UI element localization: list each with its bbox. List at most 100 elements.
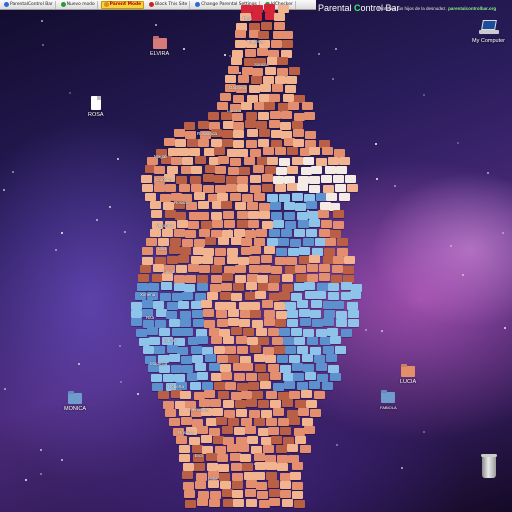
- folder-tile[interactable]: [326, 328, 338, 337]
- folder-tile[interactable]: [225, 345, 237, 354]
- folder-tile[interactable]: [216, 417, 227, 426]
- folder-tile[interactable]: [323, 345, 335, 354]
- folder-tile[interactable]: [170, 157, 182, 165]
- folder-tile[interactable]: [263, 3, 275, 12]
- folder-tile[interactable]: [199, 265, 211, 274]
- folder-tile[interactable]: [179, 246, 191, 255]
- folder-tile[interactable]: [189, 436, 200, 445]
- folder-tile[interactable]: [182, 327, 193, 336]
- folder-tile[interactable]: [244, 426, 256, 435]
- folder-tile[interactable]: [203, 247, 215, 256]
- folder-tile[interactable]: [214, 381, 226, 390]
- folder-tile[interactable]: [210, 336, 222, 345]
- folder-tile[interactable]: [206, 462, 218, 471]
- folder-tile[interactable]: [214, 184, 226, 193]
- folder-tile[interactable]: [314, 291, 326, 300]
- folder-tile[interactable]: [262, 444, 274, 453]
- folder-tile[interactable]: [168, 246, 180, 255]
- folder-tile[interactable]: [223, 436, 235, 445]
- folder-tile[interactable]: [308, 184, 320, 193]
- folder-tile[interactable]: [191, 310, 203, 319]
- folder-tile[interactable]: [230, 292, 242, 301]
- folder-tile[interactable]: [232, 139, 244, 148]
- folder-tile[interactable]: [277, 417, 289, 426]
- folder-tile[interactable]: [318, 210, 330, 219]
- folder-tile[interactable]: [227, 318, 239, 326]
- folder-tile[interactable]: [255, 291, 267, 300]
- folder-tile[interactable]: [276, 355, 288, 364]
- folder-tile[interactable]: [310, 409, 321, 418]
- folder-tile[interactable]: [176, 219, 188, 228]
- folder-tile[interactable]: [283, 202, 295, 211]
- folder-tile[interactable]: [245, 282, 257, 291]
- folder-tile[interactable]: [159, 292, 171, 301]
- folder-tile[interactable]: [159, 327, 170, 336]
- folder-tile[interactable]: [306, 274, 318, 283]
- folder-tile[interactable]: [302, 238, 314, 247]
- folder-tile[interactable]: [184, 130, 196, 139]
- folder-tile[interactable]: [237, 382, 249, 391]
- toolbar-logo-item[interactable]: ParentalControl Bar: [2, 0, 56, 9]
- folder-tile[interactable]: [207, 480, 219, 489]
- folder-tile[interactable]: [271, 436, 283, 445]
- folder-tile[interactable]: [219, 363, 231, 372]
- folder-tile[interactable]: [245, 498, 257, 507]
- folder-tile[interactable]: [231, 481, 243, 490]
- folder-tile[interactable]: [282, 30, 294, 39]
- folder-tile[interactable]: [331, 265, 343, 274]
- folder-tile[interactable]: [260, 409, 272, 418]
- folder-tile[interactable]: [283, 211, 295, 220]
- folder-tile[interactable]: [222, 211, 234, 220]
- folder-tile[interactable]: [249, 302, 261, 310]
- folder-tile[interactable]: [237, 183, 249, 192]
- folder-tile[interactable]: [249, 264, 260, 273]
- folder-tile[interactable]: [239, 453, 251, 462]
- folder-tile[interactable]: [276, 166, 287, 175]
- folder-tile[interactable]: [280, 130, 292, 139]
- folder-tile[interactable]: [240, 390, 252, 399]
- folder-tile[interactable]: [332, 174, 344, 183]
- folder-tile[interactable]: [167, 165, 179, 174]
- folder-tile[interactable]: [232, 112, 244, 121]
- folder-tile[interactable]: [159, 193, 171, 202]
- folder-tile[interactable]: [309, 147, 321, 156]
- folder-tile[interactable]: [325, 354, 337, 363]
- folder-tile[interactable]: [307, 264, 319, 273]
- folder-tile[interactable]: [184, 121, 196, 130]
- folder-tile[interactable]: [263, 75, 274, 84]
- folder-tile[interactable]: [182, 292, 194, 301]
- folder-tile[interactable]: [289, 390, 301, 399]
- folder-tile[interactable]: [272, 382, 284, 391]
- folder-tile[interactable]: [323, 309, 335, 318]
- folder-tile[interactable]: [278, 328, 290, 337]
- folder-tile[interactable]: [304, 112, 316, 121]
- folder-tile[interactable]: [180, 318, 192, 327]
- folder-tile[interactable]: [241, 418, 253, 427]
- folder-tile[interactable]: [264, 355, 276, 363]
- folder-tile[interactable]: [230, 157, 242, 166]
- folder-tile[interactable]: [282, 283, 294, 292]
- folder-tile[interactable]: [194, 363, 206, 372]
- folder-tile[interactable]: [135, 328, 147, 337]
- folder-tile[interactable]: [319, 337, 331, 346]
- folder-tile[interactable]: [297, 381, 309, 390]
- folder-tile[interactable]: [200, 220, 212, 229]
- folder-tile[interactable]: [250, 148, 262, 157]
- folder-tile[interactable]: [319, 264, 331, 273]
- folder-tile[interactable]: [216, 319, 228, 328]
- folder-tile[interactable]: [167, 256, 179, 265]
- folder-tile[interactable]: [207, 112, 219, 121]
- desktop-icon-my-computer[interactable]: My Computer: [472, 20, 505, 44]
- folder-tile[interactable]: [261, 174, 273, 183]
- folder-tile[interactable]: [196, 473, 208, 481]
- folder-tile[interactable]: [288, 355, 300, 364]
- folder-tile[interactable]: [140, 175, 152, 184]
- folder-tile[interactable]: [221, 283, 233, 292]
- folder-tile[interactable]: [338, 156, 350, 165]
- folder-tile[interactable]: [328, 291, 340, 300]
- folder-tile[interactable]: [302, 328, 314, 337]
- folder-tile[interactable]: [181, 417, 193, 426]
- folder-tile[interactable]: [142, 256, 154, 265]
- folder-tile[interactable]: [320, 175, 332, 183]
- folder-tile[interactable]: [293, 228, 305, 237]
